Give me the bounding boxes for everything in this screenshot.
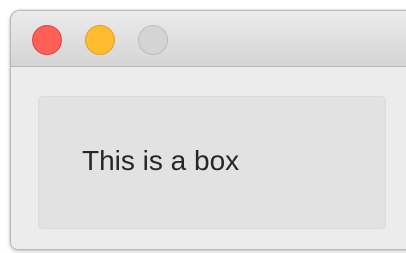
box-label: This is a box	[82, 145, 240, 176]
app-window: This is a box	[10, 10, 406, 250]
content-box: This is a box	[38, 96, 386, 229]
minimize-button[interactable]	[85, 25, 115, 55]
close-button[interactable]	[32, 25, 62, 55]
title-bar[interactable]	[11, 11, 406, 67]
window-content: This is a box	[11, 67, 406, 249]
zoom-button	[138, 25, 168, 55]
